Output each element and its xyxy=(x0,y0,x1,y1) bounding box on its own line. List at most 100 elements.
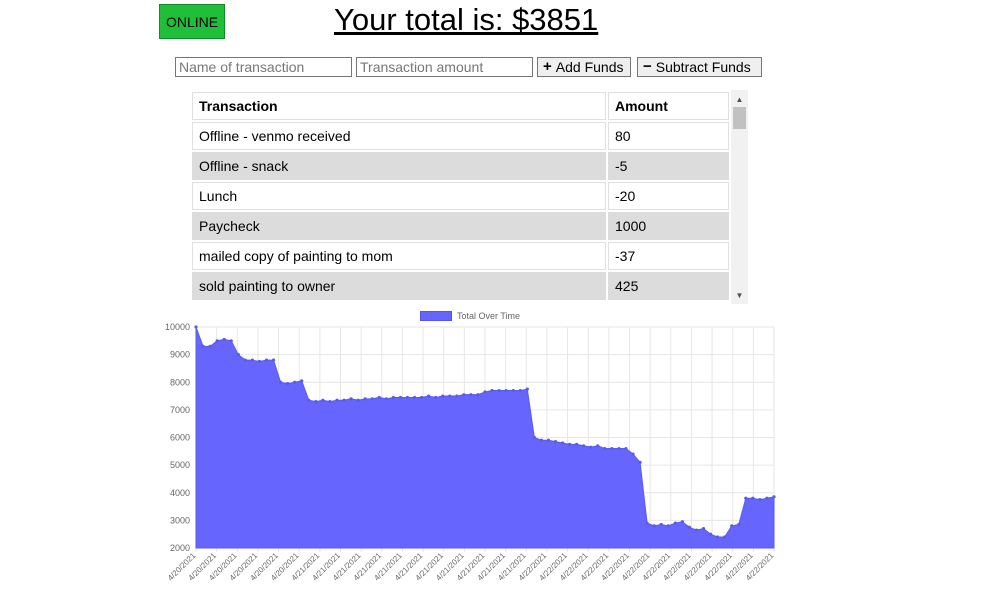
data-point xyxy=(582,444,586,448)
data-point xyxy=(758,498,762,502)
data-point xyxy=(680,520,684,524)
y-tick-label: 7000 xyxy=(170,405,190,415)
data-point xyxy=(271,358,276,362)
data-point xyxy=(208,344,212,348)
data-point xyxy=(286,382,290,386)
data-point xyxy=(708,532,713,536)
transaction-name-input[interactable] xyxy=(175,57,352,77)
data-point xyxy=(652,524,656,528)
y-tick-label: 8000 xyxy=(170,377,190,387)
table-scrollbar[interactable]: ▲ ▼ xyxy=(731,90,748,304)
table-row: Paycheck 1000 xyxy=(192,212,729,240)
data-point xyxy=(328,399,332,404)
data-point xyxy=(511,388,515,393)
data-point xyxy=(307,398,311,402)
transaction-amount: -37 xyxy=(608,242,729,270)
add-funds-label: Add Funds xyxy=(555,59,624,75)
transaction-amount: -5 xyxy=(608,152,729,180)
data-point xyxy=(356,398,360,402)
scroll-down-icon[interactable]: ▼ xyxy=(731,288,748,302)
data-point xyxy=(603,446,607,451)
data-point xyxy=(645,521,649,525)
scrollbar-thumb[interactable] xyxy=(733,107,746,129)
data-point xyxy=(617,446,621,451)
data-point xyxy=(751,496,755,500)
data-point xyxy=(194,325,198,329)
data-point xyxy=(441,394,445,398)
transaction-name: Lunch xyxy=(192,182,606,210)
data-point xyxy=(483,390,487,394)
data-point xyxy=(539,438,543,442)
data-point xyxy=(518,388,522,393)
transaction-amount: 1000 xyxy=(608,212,729,240)
data-point xyxy=(278,380,283,384)
transaction-name: Offline - snack xyxy=(192,152,606,180)
data-point xyxy=(553,440,558,444)
scroll-up-icon[interactable]: ▲ xyxy=(731,92,748,106)
data-point xyxy=(624,446,628,451)
data-point xyxy=(314,399,318,404)
transaction-name: Offline - venmo received xyxy=(192,122,606,150)
transaction-name: Paycheck xyxy=(192,212,606,240)
data-point xyxy=(737,522,741,527)
transaction-amount: 80 xyxy=(608,122,729,150)
data-point xyxy=(391,395,395,400)
y-tick-label: 5000 xyxy=(170,460,190,470)
data-point xyxy=(293,380,297,384)
data-point xyxy=(349,397,353,401)
subtract-funds-label: Subtract Funds xyxy=(655,59,751,75)
data-point xyxy=(462,393,466,397)
y-tick-label: 9000 xyxy=(170,350,190,360)
data-point xyxy=(666,524,670,528)
data-point xyxy=(398,395,403,400)
transaction-amount: -20 xyxy=(608,182,729,210)
table-row: Lunch -20 xyxy=(192,182,729,210)
transaction-table: Transaction Amount Offline - venmo recei… xyxy=(190,90,731,302)
data-point xyxy=(772,495,776,499)
data-point xyxy=(765,496,769,500)
data-point xyxy=(638,460,642,464)
data-point xyxy=(405,395,410,400)
data-point xyxy=(560,441,565,445)
table-header-row: Transaction Amount xyxy=(192,92,729,120)
data-point xyxy=(497,388,501,393)
table-row: Offline - snack -5 xyxy=(192,152,729,180)
status-badge: ONLINE xyxy=(159,4,225,39)
table-row: Offline - venmo received 80 xyxy=(192,122,729,150)
column-header-transaction: Transaction xyxy=(192,92,606,120)
data-point xyxy=(730,524,734,528)
table-row: mailed copy of painting to mom -37 xyxy=(192,242,729,270)
plus-icon: + xyxy=(543,58,552,75)
data-point xyxy=(377,395,381,400)
transaction-amount-input[interactable] xyxy=(356,57,533,77)
data-point xyxy=(659,522,663,527)
data-point xyxy=(567,442,572,447)
table-row: sold painting to owner 425 xyxy=(192,272,729,300)
data-point xyxy=(673,521,677,525)
data-point xyxy=(434,395,438,400)
data-point xyxy=(575,442,579,447)
column-header-amount: Amount xyxy=(608,92,729,120)
data-point xyxy=(469,393,473,397)
transaction-amount: 425 xyxy=(608,272,729,300)
data-point xyxy=(532,435,536,440)
add-funds-button[interactable]: + Add Funds xyxy=(537,57,631,77)
data-point xyxy=(596,444,600,448)
transaction-table-container[interactable]: Transaction Amount Offline - venmo recei… xyxy=(190,90,748,304)
data-point xyxy=(427,394,431,398)
data-point xyxy=(490,388,494,393)
y-tick-label: 4000 xyxy=(170,488,190,498)
data-point xyxy=(504,388,508,393)
data-point xyxy=(236,353,240,357)
subtract-funds-button[interactable]: − Subtract Funds xyxy=(637,57,762,77)
y-tick-label: 6000 xyxy=(170,433,190,443)
data-point xyxy=(631,452,635,456)
data-point xyxy=(363,397,367,401)
transaction-name: sold painting to owner xyxy=(192,272,606,300)
data-point xyxy=(335,398,339,402)
data-point xyxy=(723,535,727,539)
data-point xyxy=(201,344,205,348)
data-point xyxy=(257,359,262,364)
data-point xyxy=(610,446,614,451)
data-point xyxy=(222,337,226,342)
